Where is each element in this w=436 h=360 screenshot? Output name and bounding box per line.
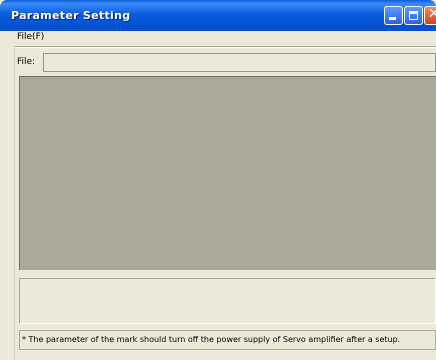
- close-button[interactable]: ✕: [424, 6, 436, 25]
- menu-separator: [14, 46, 436, 48]
- title-bar[interactable]: Parameter Setting ✕: [0, 0, 436, 31]
- maximize-icon: [409, 11, 418, 20]
- maximize-button[interactable]: [404, 6, 423, 25]
- close-icon: ✕: [428, 6, 436, 22]
- minimize-button[interactable]: [384, 6, 403, 25]
- window-title: Parameter Setting: [11, 9, 131, 22]
- menu-bar: File(F): [0, 31, 436, 45]
- menu-file[interactable]: File(F): [17, 32, 44, 42]
- file-label: File:: [17, 57, 36, 67]
- message-panel: [19, 278, 436, 324]
- file-path-field[interactable]: [43, 53, 436, 72]
- parameter-panel[interactable]: [19, 76, 436, 270]
- status-note: * The parameter of the mark should turn …: [19, 330, 436, 350]
- minimize-icon: [389, 17, 396, 20]
- left-divider: [14, 46, 15, 360]
